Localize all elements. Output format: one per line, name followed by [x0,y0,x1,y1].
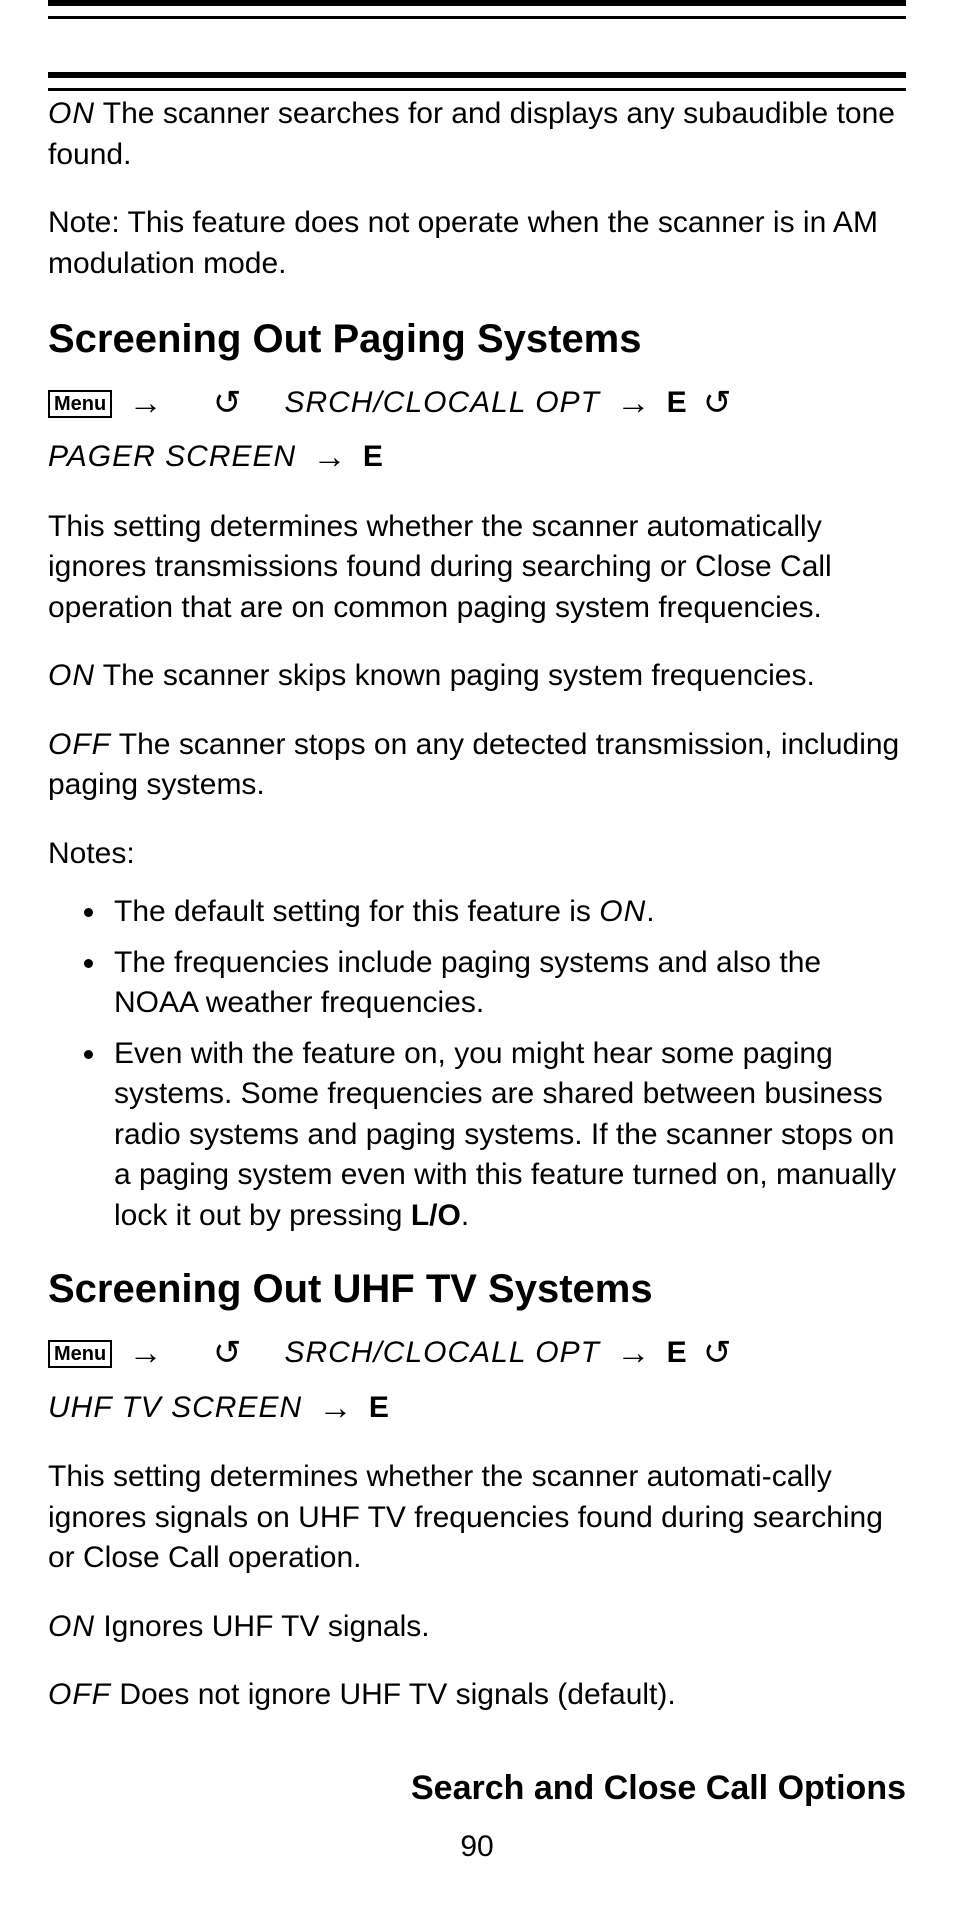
uhf-off-text: Does not ignore UHF TV signals (default)… [111,1678,676,1711]
on-label: ON [48,659,95,692]
page-number: 90 [0,1830,954,1864]
bullet-text: Even with the feature on, you might hear… [114,1037,896,1232]
chapter-title: Search and Close Call Options [411,1769,906,1808]
e-key: E [369,1391,389,1424]
menu-button-icon: Menu [48,390,112,418]
nav-uhf: Menu → ↻ SRCH/CLOCALL OPT → E ↻ UHF TV S… [48,1326,906,1435]
paging-off: OFF The scanner stops on any detected tr… [48,725,906,806]
menu-button-icon: Menu [48,1340,112,1368]
on-label: ON [48,1610,95,1643]
list-item: The default setting for this feature is … [108,892,906,933]
on-label: ON [48,97,95,130]
uhf-off: OFF Does not ignore UHF TV signals (defa… [48,1675,906,1716]
page: ON The scanner searches for and displays… [0,0,954,1908]
rotate-icon: ↻ [703,376,732,430]
list-item: Even with the feature on, you might hear… [108,1034,906,1237]
e-key: E [667,1336,687,1369]
paging-desc: This setting determines whether the scan… [48,507,906,629]
uhf-on-text: Ignores UHF TV signals. [95,1610,430,1643]
arrow-icon: → [129,376,163,430]
lo-key: L/O [411,1199,461,1232]
arrow-icon: → [313,430,347,484]
uhf-on: ON Ignores UHF TV signals. [48,1607,906,1648]
body-content: ON The scanner searches for and displays… [48,94,906,1716]
nav-line2: UHF TV SCREEN [48,1391,302,1424]
note-para: Note: This feature does not operate when… [48,203,906,284]
nav-opt: SRCH/CLOCALL OPT [284,386,600,419]
section-paging-title: Screening Out Paging Systems [48,312,906,366]
arrow-icon: → [319,1381,353,1435]
section-uhf-title: Screening Out UHF TV Systems [48,1262,906,1316]
header-double-rule [48,72,906,94]
e-key: E [667,386,687,419]
nav-paging: Menu → ↻ SRCH/CLOCALL OPT → E ↻ PAGER SC… [48,376,906,485]
intro-on-text: The scanner searches for and displays an… [48,97,895,171]
arrow-icon: → [616,376,650,430]
nav-line2: PAGER SCREEN [48,440,296,473]
rotate-icon: ↻ [213,1326,242,1380]
bullet-text: . [461,1199,469,1232]
arrow-icon: → [616,1326,650,1380]
bullet-text: The default setting for this feature is [114,895,599,928]
paging-off-text: The scanner stops on any detected transm… [48,728,899,802]
list-item: The frequencies include paging systems a… [108,943,906,1024]
paging-on-text: The scanner skips known paging system fr… [95,659,815,692]
top-double-rule [48,0,906,22]
rotate-icon: ↻ [213,376,242,430]
bullet-text: . [646,895,654,928]
intro-on-para: ON The scanner searches for and displays… [48,94,906,175]
notes-label: Notes: [48,834,906,875]
notes-list: The default setting for this feature is … [48,892,906,1236]
uhf-desc: This setting determines whether the scan… [48,1457,906,1579]
paging-on: ON The scanner skips known paging system… [48,656,906,697]
off-label: OFF [48,1678,111,1711]
on-label: ON [599,895,646,928]
nav-opt: SRCH/CLOCALL OPT [284,1336,600,1369]
rotate-icon: ↻ [703,1326,732,1380]
arrow-icon: → [129,1326,163,1380]
e-key: E [363,440,383,473]
off-label: OFF [48,728,111,761]
